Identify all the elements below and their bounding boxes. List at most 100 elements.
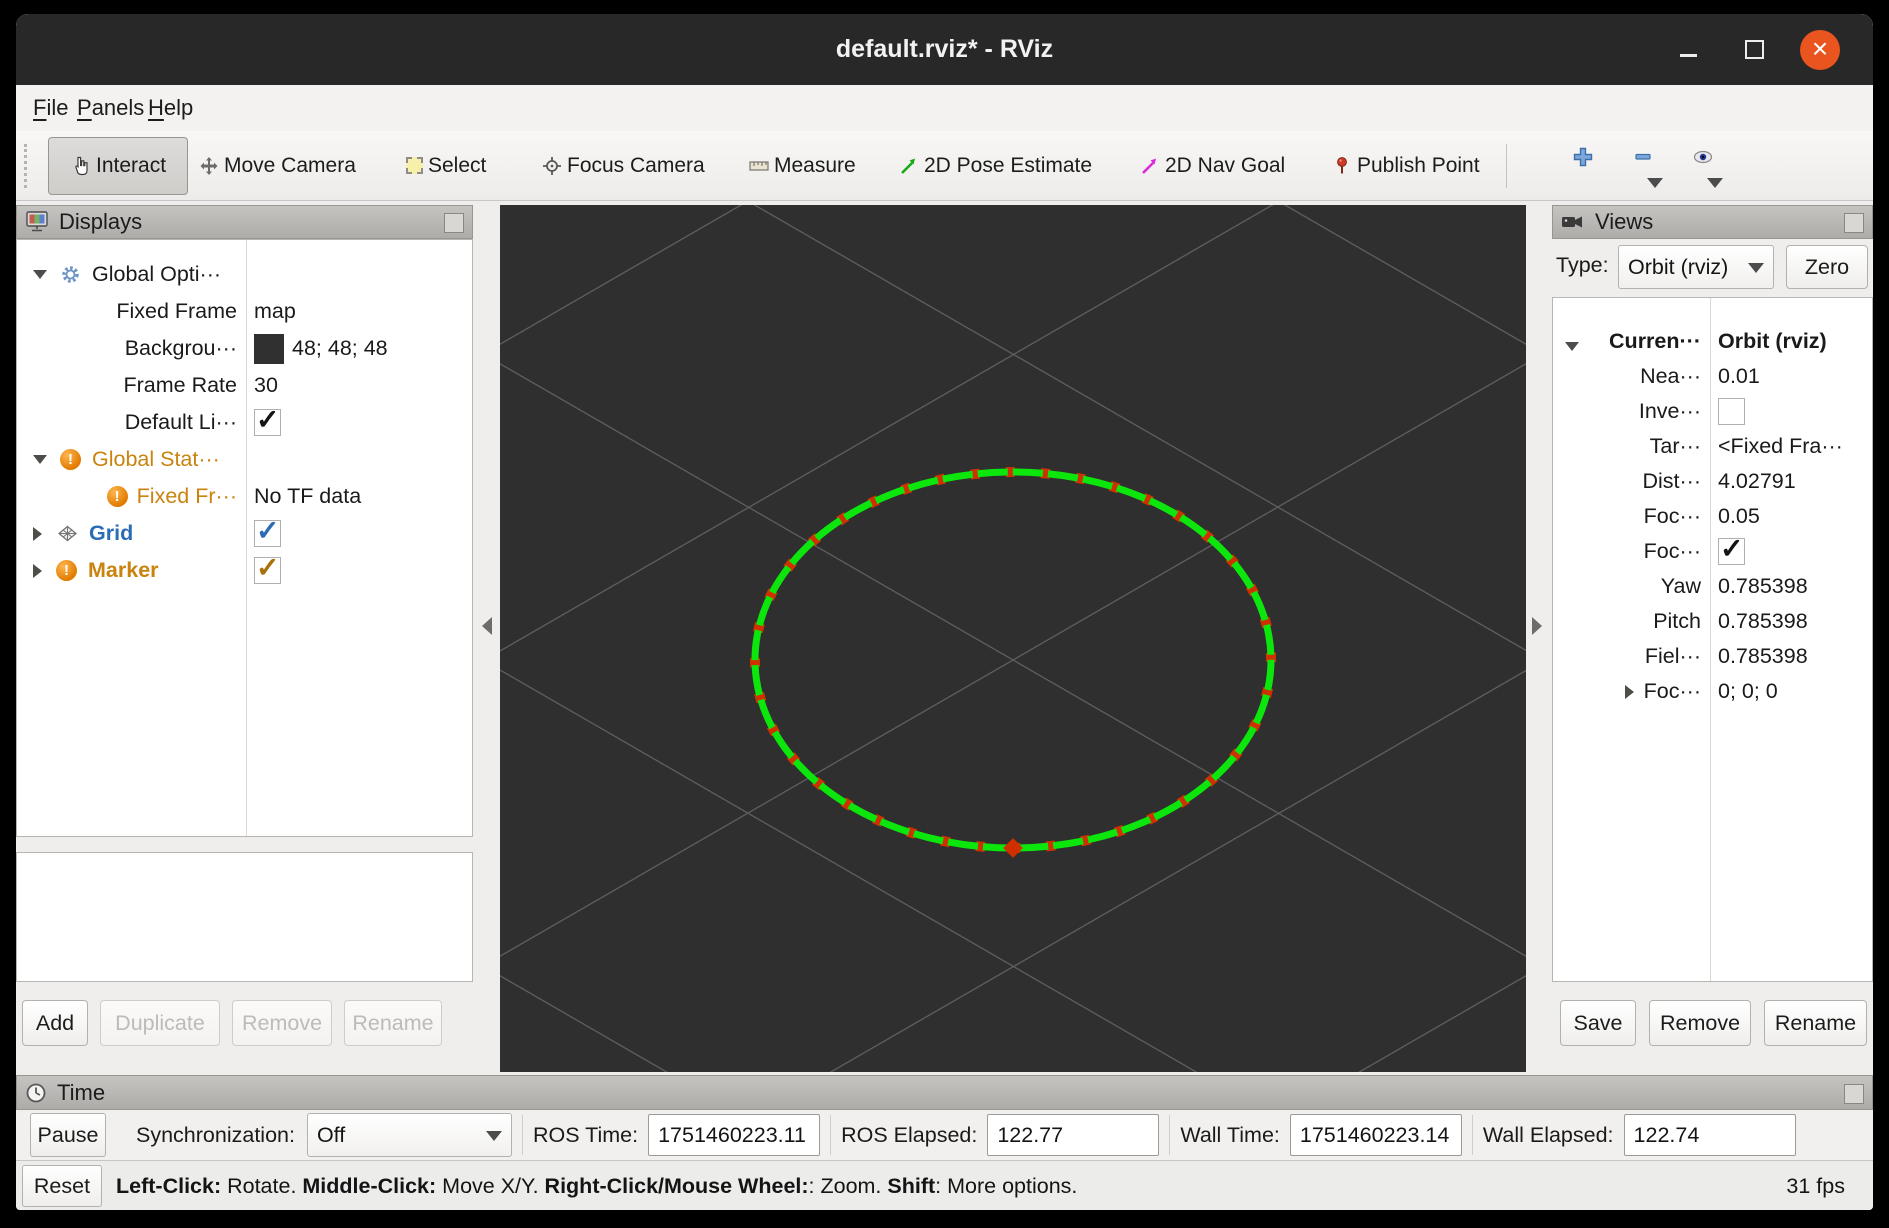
property-value: Orbit (rviz) (1718, 329, 1827, 354)
property-name: Dist··· (1642, 469, 1701, 494)
tool-interact[interactable]: Interact (48, 137, 188, 195)
type-label: Type: (1556, 253, 1609, 278)
maximize-button[interactable] (1732, 14, 1776, 85)
close-button[interactable]: × (1798, 14, 1842, 85)
view-type-dropdown[interactable]: Orbit (rviz) (1618, 245, 1774, 289)
pause-button[interactable]: Pause (30, 1113, 106, 1157)
tree-row-fixed-frame-status[interactable]: ! Fixed Fr··· No TF data (17, 478, 472, 515)
crosshair-icon (542, 156, 562, 176)
menu-help[interactable]: Help (148, 85, 193, 131)
menu-file[interactable]: File (33, 85, 68, 131)
visibility-dropdown-icon[interactable] (1707, 178, 1723, 188)
wall-elapsed-field[interactable]: 122.74 (1624, 1114, 1796, 1156)
synchronization-label: Synchronization: (136, 1123, 295, 1148)
column-divider[interactable] (1710, 298, 1711, 981)
tree-row-default-light[interactable]: Default Li··· ✓ (17, 404, 472, 441)
remove-tool-dropdown-icon[interactable] (1647, 178, 1663, 188)
property-name: Yaw (1661, 574, 1701, 599)
synchronization-dropdown[interactable]: Off (307, 1113, 512, 1157)
save-view-button[interactable]: Save (1560, 1000, 1636, 1046)
toolbar-separator (1506, 144, 1507, 188)
tree-row-grid-display[interactable]: Grid ✓ (17, 515, 472, 552)
remove-display-button[interactable]: Remove (232, 1000, 332, 1046)
rename-view-button[interactable]: Rename (1764, 1000, 1867, 1046)
column-divider[interactable] (246, 240, 247, 836)
expander-open-icon[interactable] (1565, 342, 1579, 351)
tree-row-frame-rate[interactable]: Frame Rate 30 (17, 367, 472, 404)
displays-tree[interactable]: Global Opti··· Fixed Frame map Backgrou·… (16, 239, 473, 837)
remove-tool-minus-icon[interactable] (1632, 146, 1654, 168)
time-panel-header[interactable]: Time (16, 1075, 1873, 1110)
tree-row-fixed-frame[interactable]: Fixed Frame map (17, 293, 472, 330)
tree-row-distance[interactable]: Dist··· 4.02791 (1553, 464, 1872, 499)
minimize-button[interactable] (1666, 14, 1710, 85)
tree-row-focal-point[interactable]: Foc··· 0; 0; 0 (1553, 674, 1872, 709)
property-value: <Fixed Fra··· (1718, 434, 1843, 459)
expander-open-icon[interactable] (33, 270, 47, 279)
panel-float-button[interactable] (444, 213, 464, 233)
tool-visibility-eye-icon[interactable] (1692, 146, 1714, 168)
toolbar: Interact Move Camera Select Focus Camera (16, 131, 1873, 201)
menu-panels[interactable]: Panels (77, 85, 144, 131)
tree-row-field-of-view[interactable]: Fiel··· 0.785398 (1553, 639, 1872, 674)
tree-row-pitch[interactable]: Pitch 0.785398 (1553, 604, 1872, 639)
panel-float-button[interactable] (1844, 1084, 1864, 1104)
checkbox-checked[interactable]: ✓ (254, 520, 281, 547)
ros-time-field[interactable]: 1751460223.11 (648, 1114, 820, 1156)
display-name: Grid (89, 521, 133, 546)
ruler-icon (749, 156, 769, 176)
tree-row-background-color[interactable]: Backgrou··· 48; 48; 48 (17, 330, 472, 367)
panel-float-button[interactable] (1844, 213, 1864, 233)
viewport-help-text: Left-Click: Rotate. Middle-Click: Move X… (116, 1161, 1077, 1210)
add-button[interactable]: Add (22, 1000, 88, 1046)
collapse-right-panel-icon[interactable] (1532, 617, 1542, 635)
tree-row-current-view[interactable]: Curren··· Orbit (rviz) (1553, 324, 1872, 359)
displays-monitor-icon (25, 211, 49, 233)
property-name: Fiel··· (1645, 644, 1701, 669)
green-arrow-icon (899, 156, 919, 176)
expander-closed-icon[interactable] (1625, 685, 1634, 699)
minimize-icon (1680, 54, 1697, 57)
expander-open-icon[interactable] (33, 455, 47, 464)
tree-row-target-frame[interactable]: Tar··· <Fixed Fra··· (1553, 429, 1872, 464)
tree-row-global-options[interactable]: Global Opti··· (17, 256, 472, 293)
property-value: No TF data (254, 484, 361, 509)
views-panel-header[interactable]: Views (1552, 205, 1873, 239)
tree-row-near-clip[interactable]: Nea··· 0.01 (1553, 359, 1872, 394)
ros-elapsed-field[interactable]: 122.77 (987, 1114, 1159, 1156)
tool-move-camera[interactable]: Move Camera (199, 131, 356, 200)
tool-focus-camera[interactable]: Focus Camera (542, 131, 705, 200)
expander-closed-icon[interactable] (33, 564, 42, 578)
expander-closed-icon[interactable] (33, 527, 42, 541)
tool-select[interactable]: Select (406, 131, 486, 200)
wall-time-field[interactable]: 1751460223.14 (1290, 1114, 1462, 1156)
rename-display-button[interactable]: Rename (344, 1000, 442, 1046)
checkbox-checked[interactable]: ✓ (254, 557, 281, 584)
tree-row-global-status[interactable]: ! Global Stat··· (17, 441, 472, 478)
tree-row-focal-shape-size[interactable]: Foc··· 0.05 (1553, 499, 1872, 534)
tree-row-yaw[interactable]: Yaw 0.785398 (1553, 569, 1872, 604)
tool-publish-point[interactable]: Publish Point (1332, 131, 1480, 200)
checkbox-unchecked[interactable] (1718, 398, 1745, 425)
reset-button[interactable]: Reset (22, 1165, 102, 1207)
checkbox-checked[interactable]: ✓ (1718, 538, 1745, 565)
tree-row-marker-display[interactable]: ! Marker ✓ (17, 552, 472, 589)
checkbox-checked[interactable]: ✓ (254, 409, 281, 436)
toolbar-drag-handle[interactable] (24, 144, 27, 188)
tree-row-invert-z[interactable]: Inve··· (1553, 394, 1872, 429)
duplicate-button[interactable]: Duplicate (100, 1000, 220, 1046)
tree-row-focal-shape-fixed[interactable]: Foc··· ✓ (1553, 534, 1872, 569)
collapse-left-panel-icon[interactable] (482, 617, 492, 635)
remove-view-button[interactable]: Remove (1649, 1000, 1751, 1046)
views-tree[interactable]: Curren··· Orbit (rviz) Nea··· 0.01 Inve·… (1552, 297, 1873, 982)
titlebar[interactable]: default.rviz* - RViz × (16, 14, 1873, 85)
chevron-down-icon (486, 1131, 502, 1141)
property-name: Foc··· (1644, 504, 1701, 529)
tool-measure[interactable]: Measure (749, 131, 856, 200)
tool-2d-nav-goal[interactable]: 2D Nav Goal (1140, 131, 1285, 200)
render-viewport[interactable] (500, 205, 1526, 1072)
displays-panel-header[interactable]: Displays (16, 205, 473, 239)
zero-button[interactable]: Zero (1786, 245, 1868, 289)
tool-2d-pose-estimate[interactable]: 2D Pose Estimate (899, 131, 1092, 200)
add-tool-plus-icon[interactable] (1572, 146, 1594, 168)
